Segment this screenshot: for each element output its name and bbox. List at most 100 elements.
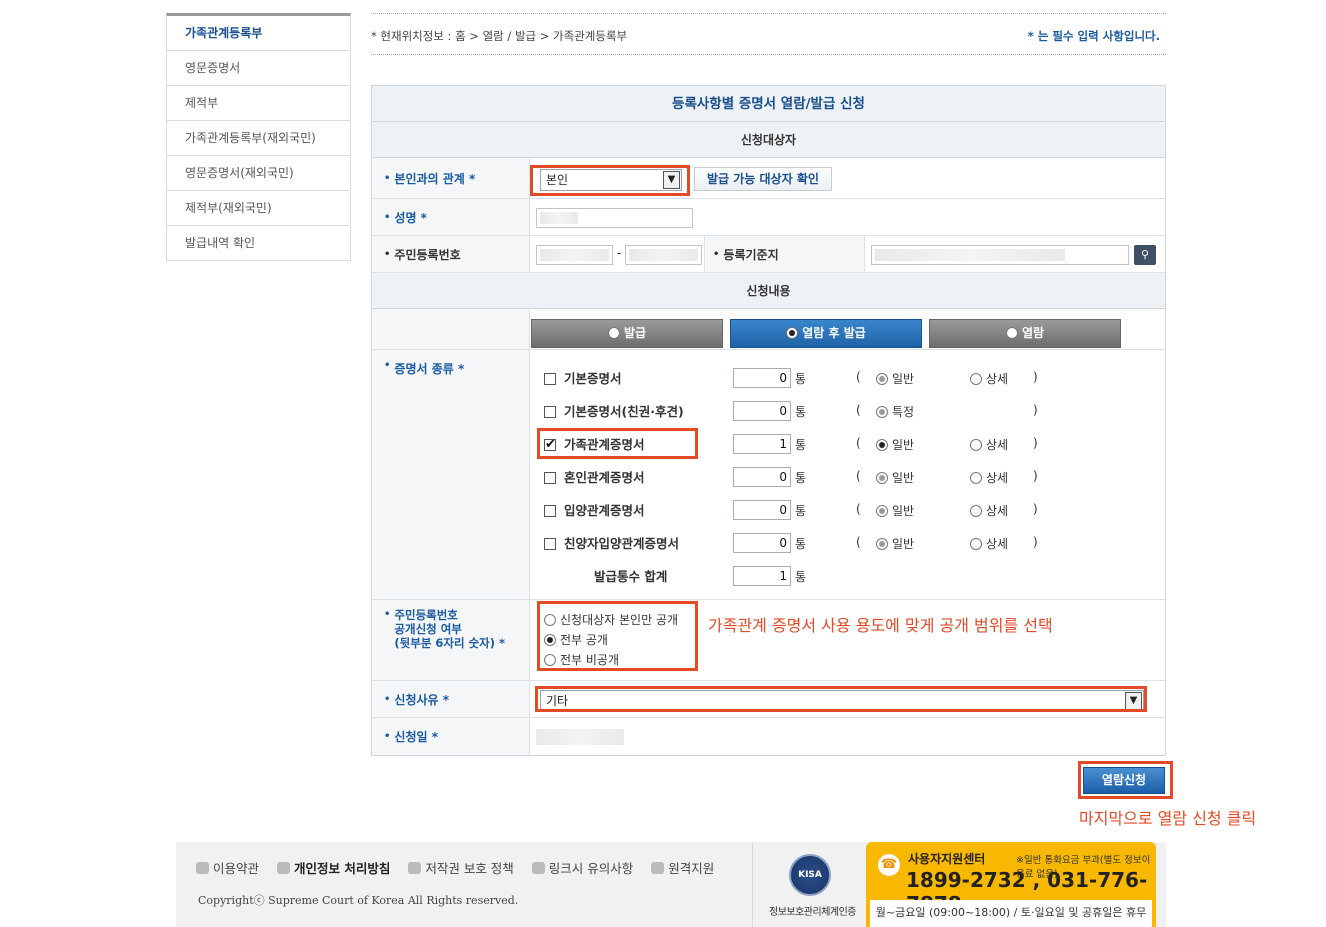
paren-close: ) (1033, 469, 1038, 483)
paren-open: ( (856, 436, 861, 450)
qty-input[interactable]: 0 (733, 368, 791, 388)
radio-icon (607, 327, 620, 339)
sidebar-item-removed-register[interactable]: 제적부 (167, 86, 350, 121)
disclosure-annotation: 가족관계 증명서 사용 용도에 맞게 공개 범위를 선택 (708, 616, 1053, 635)
paren-open: ( (856, 535, 861, 549)
domicile-value-cell: ⚲ (865, 236, 1165, 272)
checkbox-icon[interactable] (544, 505, 556, 517)
cert-basic[interactable]: 기본증명서 (544, 370, 622, 388)
cert-adoption[interactable]: 입양관계증명서 (544, 502, 645, 520)
checkbox-icon[interactable] (544, 472, 556, 484)
rrn-value-cell: - (530, 236, 705, 272)
sidebar-item-family-register[interactable]: 가족관계등록부 (167, 16, 350, 51)
paren-close: ) (1033, 535, 1038, 549)
qty-input[interactable]: 0 (733, 401, 791, 421)
option-detail[interactable]: 상세 (970, 535, 1008, 552)
option-general[interactable]: 일반 (876, 436, 914, 453)
unit-label: 통 (795, 438, 807, 452)
option-detail[interactable]: 상세 (970, 469, 1008, 486)
rrn-front-input[interactable] (536, 245, 613, 265)
option-general[interactable]: 일반 (876, 469, 914, 486)
tabs-row: 발급 열람 후 발급 열람 (372, 309, 1165, 350)
highlight-relation (530, 165, 690, 196)
tab-issue[interactable]: 발급 (531, 319, 723, 348)
section-content-heading: 신청내용 (372, 273, 1165, 309)
unit-label: 통 (795, 372, 807, 386)
required-note: * 는 필수 입력 사항입니다. (1027, 29, 1160, 43)
link-icon (531, 862, 545, 874)
relation-label: • 본인과의 관계 * (372, 158, 530, 198)
date-label: • 신청일 * (372, 718, 530, 755)
check-eligible-button[interactable]: 발급 가능 대상자 확인 (694, 167, 832, 191)
highlight-submit (1078, 761, 1173, 799)
sidebar-item-family-register-overseas[interactable]: 가족관계등록부(재외국민) (167, 121, 350, 156)
tabs-label-cell (372, 309, 530, 349)
sidebar-item-issue-history[interactable]: 발급내역 확인 (167, 226, 350, 261)
tab-view[interactable]: 열람 (929, 319, 1121, 348)
redacted-name (540, 212, 578, 224)
footer-link-terms[interactable]: 이용약관 (196, 861, 259, 876)
cert-full-adoption[interactable]: 친양자입양관계증명서 (544, 535, 679, 553)
total-row: 발급통수 합계 1 통 (530, 566, 1130, 588)
option-detail[interactable]: 상세 (970, 502, 1008, 519)
sidebar: 가족관계등록부 영문증명서 제적부 가족관계등록부(재외국민) 영문증명서(재외… (166, 13, 351, 261)
radio-icon (970, 538, 982, 550)
tab-view-then-issue[interactable]: 열람 후 발급 (730, 319, 922, 348)
monitor-icon (651, 862, 665, 874)
radio-icon (786, 327, 799, 339)
option-detail[interactable]: 상세 (970, 370, 1008, 387)
checkbox-icon[interactable] (544, 406, 556, 418)
footer-link-copyright[interactable]: 저작권 보호 정책 (408, 861, 514, 876)
redacted-rrn-front (540, 249, 609, 261)
footer-links: 이용약관 개인정보 처리방침 저작권 보호 정책 링크시 유의사항 원격지원 (196, 858, 728, 877)
sidebar-item-english-cert-overseas[interactable]: 영문증명서(재외국민) (167, 156, 350, 191)
footer: 이용약관 개인정보 처리방침 저작권 보호 정책 링크시 유의사항 원격지원 C… (176, 842, 1166, 927)
sidebar-item-removed-register-overseas[interactable]: 제적부(재외국민) (167, 191, 350, 226)
location-bar: * 현재위치정보 : 홈 > 열람 / 발급 > 가족관계등록부 * 는 필수 … (371, 13, 1166, 55)
option-detail[interactable]: 상세 (970, 436, 1008, 453)
redacted-domicile (875, 249, 1065, 261)
name-input[interactable] (536, 208, 693, 228)
qty-input[interactable]: 0 (733, 500, 791, 520)
qty-input[interactable]: 0 (733, 533, 791, 553)
submit-annotation: 마지막으로 열람 신청 클릭 (1079, 809, 1257, 828)
rrn-separator: - (617, 246, 622, 260)
checkbox-icon[interactable] (544, 538, 556, 550)
kisa-text: 정보보호관리체계인증 (769, 907, 857, 918)
rrn-label: • 주민등록번호 (372, 236, 530, 272)
section-applicant-heading: 신청대상자 (372, 122, 1165, 158)
paren-close: ) (1033, 502, 1038, 516)
application-form: 등록사항별 증명서 열람/발급 신청 신청대상자 • 본인과의 관계 * 본인 ▼… (371, 85, 1166, 756)
footer-link-privacy[interactable]: 개인정보 처리방침 (277, 861, 390, 876)
option-specific[interactable]: 특정 (876, 403, 914, 420)
unit-label: 통 (795, 471, 807, 485)
option-general[interactable]: 일반 (876, 502, 914, 519)
domicile-label: • 등록기준지 (705, 236, 865, 272)
rrn-back-input[interactable] (625, 245, 702, 265)
sidebar-item-english-cert[interactable]: 영문증명서 (167, 51, 350, 86)
radio-icon (970, 472, 982, 484)
paren-close: ) (1033, 436, 1038, 450)
cert-marriage[interactable]: 혼인관계증명서 (544, 469, 645, 487)
paren-open: ( (856, 370, 861, 384)
checkbox-icon[interactable] (544, 373, 556, 385)
highlight-disclosure (537, 601, 698, 671)
breadcrumb: * 현재위치정보 : 홈 > 열람 / 발급 > 가족관계등록부 (371, 29, 628, 43)
option-general[interactable]: 일반 (876, 370, 914, 387)
support-center: ☎ 사용자지원센터 ※일반 통화요금 부과(별도 정보이용료 없음) 1899-… (866, 842, 1156, 927)
cert-basic-guardian[interactable]: 기본증명서(친권·후견) (544, 403, 684, 421)
total-qty: 1 (733, 566, 791, 586)
qty-input[interactable]: 0 (733, 467, 791, 487)
qty-input[interactable]: 1 (733, 434, 791, 454)
copyright: Copyrightⓒ Supreme Court of Korea All Ri… (198, 894, 519, 907)
domicile-input[interactable] (871, 245, 1129, 265)
relation-row: • 본인과의 관계 * 본인 ▼ 발급 가능 대상자 확인 (372, 158, 1165, 199)
footer-link-linking[interactable]: 링크시 유의사항 (531, 861, 633, 876)
footer-link-remote[interactable]: 원격지원 (651, 861, 714, 876)
radio-icon (876, 505, 888, 517)
search-icon[interactable]: ⚲ (1134, 245, 1156, 265)
option-general[interactable]: 일반 (876, 535, 914, 552)
unit-label: 통 (795, 405, 807, 419)
people-icon (277, 862, 290, 874)
paren-open: ( (856, 469, 861, 483)
